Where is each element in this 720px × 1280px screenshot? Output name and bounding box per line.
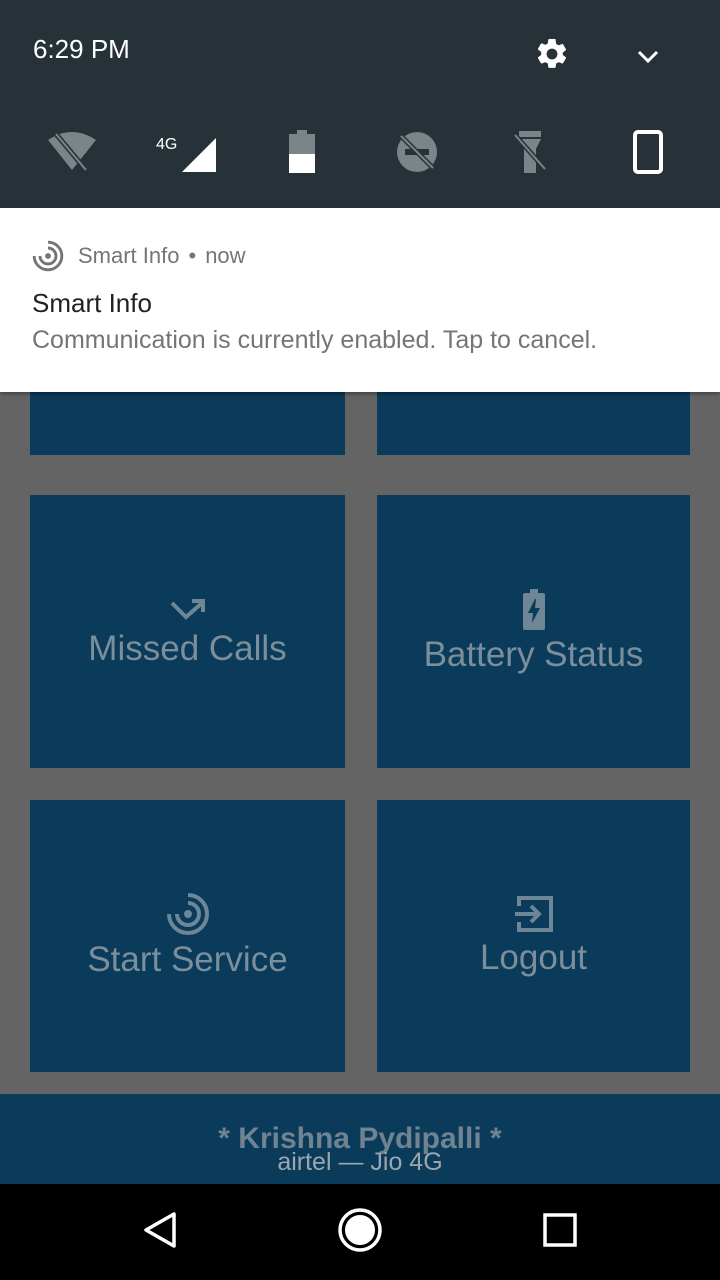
flashlight-tile[interactable] bbox=[498, 124, 562, 184]
radar-icon bbox=[32, 240, 64, 272]
recents-button[interactable] bbox=[536, 1208, 584, 1256]
start-service-label: Start Service bbox=[87, 940, 288, 979]
radar-icon bbox=[166, 892, 210, 936]
collapse-button[interactable] bbox=[628, 38, 668, 78]
navigation-bar bbox=[0, 1184, 720, 1280]
logout-label: Logout bbox=[479, 938, 588, 977]
clock: 6:29 PM bbox=[33, 34, 130, 64]
battery-status-label: Battery Status bbox=[423, 634, 644, 674]
back-icon bbox=[142, 1211, 178, 1254]
footer-band: * Krishna Pydipalli * airtel — Jio 4G bbox=[0, 1094, 720, 1184]
logout-icon bbox=[513, 894, 555, 934]
chevron-down-icon bbox=[636, 48, 660, 69]
notification-separator: • bbox=[188, 243, 197, 268]
settings-button[interactable] bbox=[532, 36, 572, 76]
notification-app-name: Smart Info bbox=[78, 243, 180, 268]
do-not-disturb-off-icon bbox=[395, 130, 439, 179]
battery-charging-icon bbox=[522, 588, 546, 631]
logout-tile[interactable]: Logout bbox=[377, 800, 690, 1072]
notification-time: now bbox=[205, 243, 246, 268]
gear-icon bbox=[534, 36, 570, 77]
notification-card[interactable]: Smart Info • now Smart Info Communicatio… bbox=[0, 208, 720, 392]
do-not-disturb-tile[interactable] bbox=[385, 124, 449, 184]
wifi-off-icon bbox=[46, 130, 98, 179]
missed-call-icon bbox=[168, 595, 208, 625]
notification-text: Communication is currently enabled. Tap … bbox=[32, 326, 598, 354]
carrier-label: airtel — Jio 4G bbox=[277, 1148, 443, 1176]
battery-tile[interactable] bbox=[270, 124, 334, 184]
home-icon bbox=[337, 1207, 383, 1258]
notification-title: Smart Info bbox=[32, 288, 152, 318]
rotation-portrait-icon bbox=[633, 129, 663, 179]
notification-shade-header: 6:29 PM 4G bbox=[0, 0, 720, 208]
recents-icon bbox=[542, 1212, 578, 1253]
cellular-tile[interactable]: 4G bbox=[154, 124, 224, 184]
wifi-tile[interactable] bbox=[40, 124, 104, 184]
notification-header: Smart Info • now bbox=[32, 240, 246, 272]
battery-status-tile[interactable]: Battery Status bbox=[377, 495, 690, 768]
start-service-tile[interactable]: Start Service bbox=[30, 800, 345, 1072]
auto-rotate-tile[interactable] bbox=[616, 124, 680, 184]
missed-calls-label: Missed Calls bbox=[88, 628, 287, 668]
missed-calls-tile[interactable]: Missed Calls bbox=[30, 495, 345, 768]
back-button[interactable] bbox=[136, 1208, 184, 1256]
cellular-4g-icon bbox=[182, 138, 216, 177]
flashlight-off-icon bbox=[512, 129, 548, 180]
network-type-label: 4G bbox=[156, 136, 178, 153]
battery-icon bbox=[288, 129, 316, 179]
home-button[interactable] bbox=[336, 1207, 384, 1258]
